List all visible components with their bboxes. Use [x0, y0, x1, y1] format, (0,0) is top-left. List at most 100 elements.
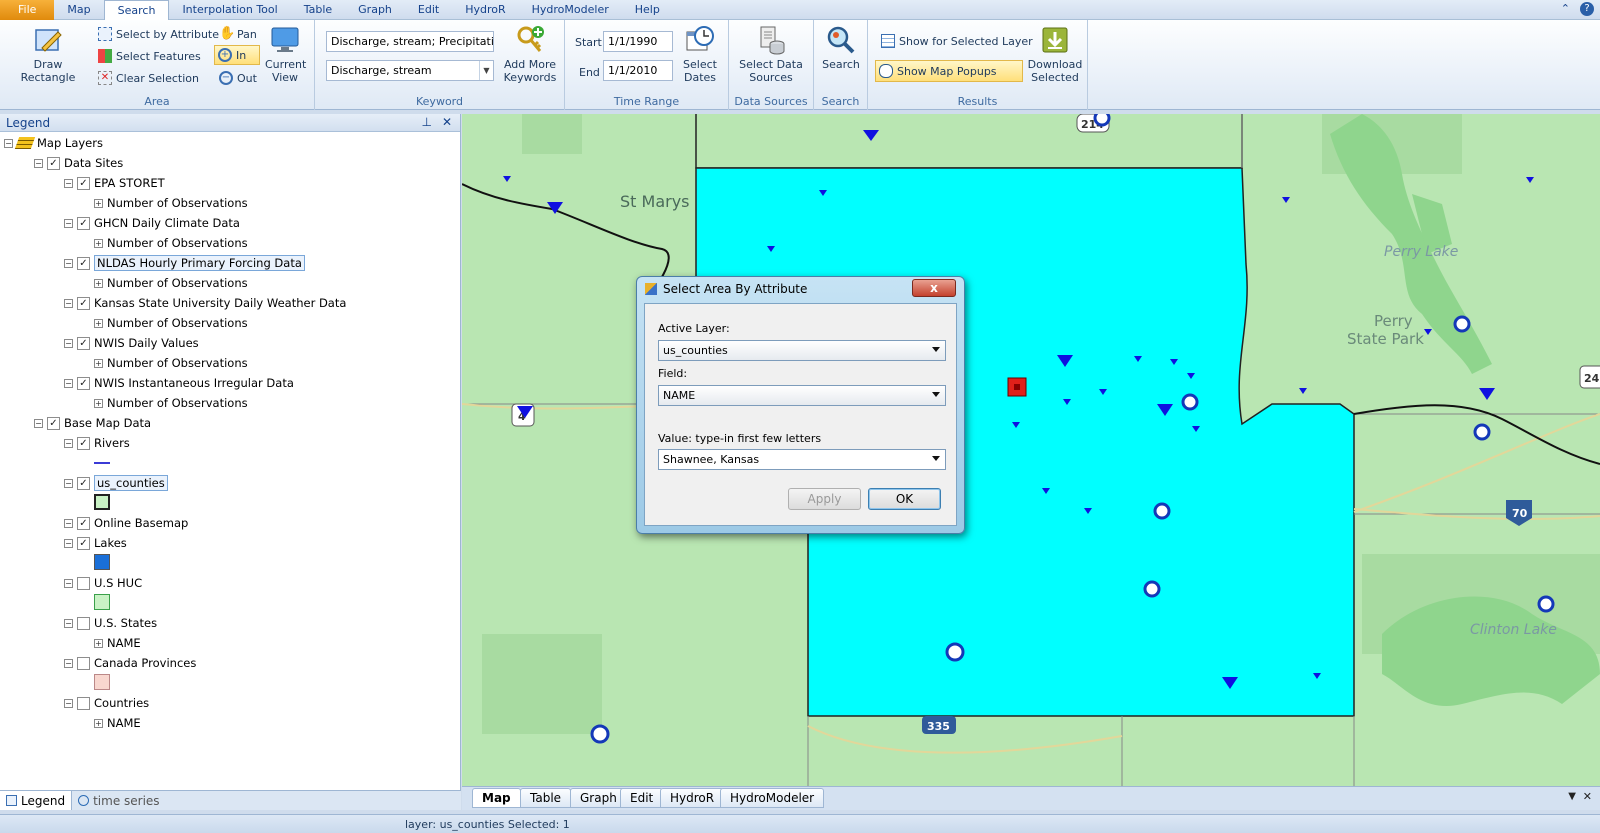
tree-number-obs[interactable]: + Number of Observations: [94, 314, 248, 332]
tab-edit[interactable]: Edit: [620, 788, 664, 808]
tab-time-series[interactable]: time series: [72, 791, 165, 810]
tree-states-name[interactable]: + NAME: [94, 634, 141, 652]
menu-tab-table[interactable]: Table: [291, 0, 345, 20]
tree-map-layers[interactable]: − Map Layers: [4, 134, 103, 152]
tree-number-obs[interactable]: + Number of Observations: [94, 354, 248, 372]
tree-number-obs[interactable]: + Number of Observations: [94, 394, 248, 412]
clear-selection-button[interactable]: ✕ Clear Selection: [95, 68, 202, 88]
layer-checkbox[interactable]: ✓: [77, 256, 90, 270]
expand-icon[interactable]: +: [94, 198, 103, 208]
collapse-icon[interactable]: −: [64, 338, 73, 348]
tree-us-huc[interactable]: − U.S HUC: [64, 574, 142, 592]
tree-lakes[interactable]: − ✓ Lakes: [64, 534, 127, 552]
tab-legend[interactable]: Legend: [0, 791, 73, 810]
collapse-icon[interactable]: −: [64, 298, 73, 308]
keywords-textbox[interactable]: Discharge, stream; Precipitation: [326, 31, 494, 52]
expand-icon[interactable]: +: [94, 398, 103, 408]
select-data-sources-button[interactable]: Select Data Sources: [733, 24, 809, 84]
tree-site-layer[interactable]: − ✓ NWIS Daily Values: [64, 334, 199, 352]
menu-tab-help[interactable]: Help: [622, 0, 673, 20]
add-more-keywords-button[interactable]: Add More Keywords: [499, 24, 561, 84]
download-selected-button[interactable]: Download Selected: [1025, 24, 1085, 84]
collapse-icon[interactable]: −: [64, 478, 73, 488]
expand-icon[interactable]: +: [94, 358, 103, 368]
map-canvas[interactable]: 214 24 4 70 335 St Marys Perry Lake Perr…: [462, 114, 1600, 786]
menu-tab-search[interactable]: Search: [103, 0, 170, 21]
tree-us-counties[interactable]: − ✓ us_counties: [64, 474, 168, 492]
collapse-icon[interactable]: −: [64, 518, 73, 528]
map-view[interactable]: 214 24 4 70 335 St Marys Perry Lake Perr…: [462, 114, 1600, 786]
layer-checkbox[interactable]: ✓: [77, 176, 90, 190]
layer-checkbox[interactable]: ✓: [77, 296, 90, 310]
tab-map[interactable]: Map: [472, 788, 521, 808]
collapse-icon[interactable]: −: [4, 138, 13, 148]
show-map-popups-button[interactable]: Show Map Popups: [875, 60, 1023, 82]
layer-checkbox[interactable]: ✓: [77, 216, 90, 230]
pan-button[interactable]: ✋ Pan: [216, 24, 260, 44]
tree-site-layer[interactable]: − ✓ GHCN Daily Climate Data: [64, 214, 240, 232]
help-icon[interactable]: ?: [1580, 2, 1594, 16]
online-basemap-checkbox[interactable]: ✓: [77, 516, 90, 530]
start-date-field[interactable]: 1/1/1990: [603, 31, 673, 52]
end-date-field[interactable]: 1/1/2010: [603, 60, 673, 81]
tree-number-obs[interactable]: + Number of Observations: [94, 234, 248, 252]
us-states-checkbox[interactable]: [77, 616, 90, 630]
tree-rivers[interactable]: − ✓ Rivers: [64, 434, 130, 452]
expand-icon[interactable]: +: [94, 718, 103, 728]
expand-icon[interactable]: +: [94, 238, 103, 248]
zoom-in-button[interactable]: + In: [214, 45, 260, 65]
search-button[interactable]: Search: [818, 24, 864, 71]
tree-site-layer[interactable]: − ✓ NWIS Instantaneous Irregular Data: [64, 374, 294, 392]
collapse-icon[interactable]: −: [64, 178, 73, 188]
menu-tab-hydromodeler[interactable]: HydroModeler: [519, 0, 622, 20]
layer-checkbox[interactable]: ✓: [77, 376, 90, 390]
menu-tab-graph[interactable]: Graph: [345, 0, 405, 20]
select-features-button[interactable]: Select Features: [95, 46, 204, 66]
tab-graph[interactable]: Graph: [570, 788, 627, 808]
close-tab-icon[interactable]: ✕: [1583, 790, 1592, 803]
show-selected-layer-button[interactable]: Show for Selected Layer: [878, 31, 1036, 51]
menu-tab-file[interactable]: File: [0, 0, 55, 20]
tree-online-basemap[interactable]: − ✓ Online Basemap: [64, 514, 188, 532]
collapse-icon[interactable]: −: [64, 698, 73, 708]
pin-icon[interactable]: ⊥: [421, 115, 431, 129]
tree-us-states[interactable]: − U.S. States: [64, 614, 157, 632]
collapse-icon[interactable]: −: [34, 158, 43, 168]
select-by-attribute-button[interactable]: Select by Attribute: [95, 24, 222, 44]
keyword-dropdown[interactable]: Discharge, stream ▼: [326, 60, 494, 81]
tree-site-layer[interactable]: − ✓ Kansas State University Daily Weathe…: [64, 294, 346, 312]
canada-provinces-checkbox[interactable]: [77, 656, 90, 670]
draw-rectangle-button[interactable]: Draw Rectangle: [6, 24, 90, 84]
expand-icon[interactable]: +: [94, 278, 103, 288]
rivers-checkbox[interactable]: ✓: [77, 436, 90, 450]
tab-hydromodeler[interactable]: HydroModeler: [720, 788, 825, 808]
collapse-icon[interactable]: −: [64, 658, 73, 668]
collapse-icon[interactable]: −: [34, 418, 43, 428]
tree-countries[interactable]: − Countries: [64, 694, 149, 712]
expand-icon[interactable]: +: [94, 638, 103, 648]
expand-icon[interactable]: +: [94, 318, 103, 328]
ok-button[interactable]: OK: [868, 488, 941, 510]
base-map-checkbox[interactable]: ✓: [47, 416, 60, 430]
collapse-icon[interactable]: −: [64, 578, 73, 588]
tree-number-obs[interactable]: + Number of Observations: [94, 194, 248, 212]
menu-tab-map[interactable]: Map: [54, 0, 103, 20]
tree-canada-provinces[interactable]: − Canada Provinces: [64, 654, 196, 672]
menu-tab-hydror[interactable]: HydroR: [452, 0, 518, 20]
select-dates-button[interactable]: Select Dates: [677, 24, 723, 84]
collapse-icon[interactable]: −: [64, 258, 73, 268]
current-view-button[interactable]: Current View: [262, 24, 308, 84]
tabs-dropdown-icon[interactable]: ▼: [1568, 791, 1576, 802]
tree-site-layer[interactable]: − ✓ EPA STORET: [64, 174, 165, 192]
field-select[interactable]: NAME: [658, 385, 946, 406]
active-layer-select[interactable]: us_counties: [658, 340, 946, 361]
close-icon[interactable]: ✕: [442, 115, 452, 129]
tree-site-layer[interactable]: − ✓ NLDAS Hourly Primary Forcing Data: [64, 254, 305, 272]
lakes-checkbox[interactable]: ✓: [77, 536, 90, 550]
us-huc-checkbox[interactable]: [77, 576, 90, 590]
menu-tab-edit[interactable]: Edit: [405, 0, 452, 20]
collapse-icon[interactable]: −: [64, 618, 73, 628]
countries-checkbox[interactable]: [77, 696, 90, 710]
collapse-icon[interactable]: −: [64, 218, 73, 228]
collapse-icon[interactable]: −: [64, 378, 73, 388]
